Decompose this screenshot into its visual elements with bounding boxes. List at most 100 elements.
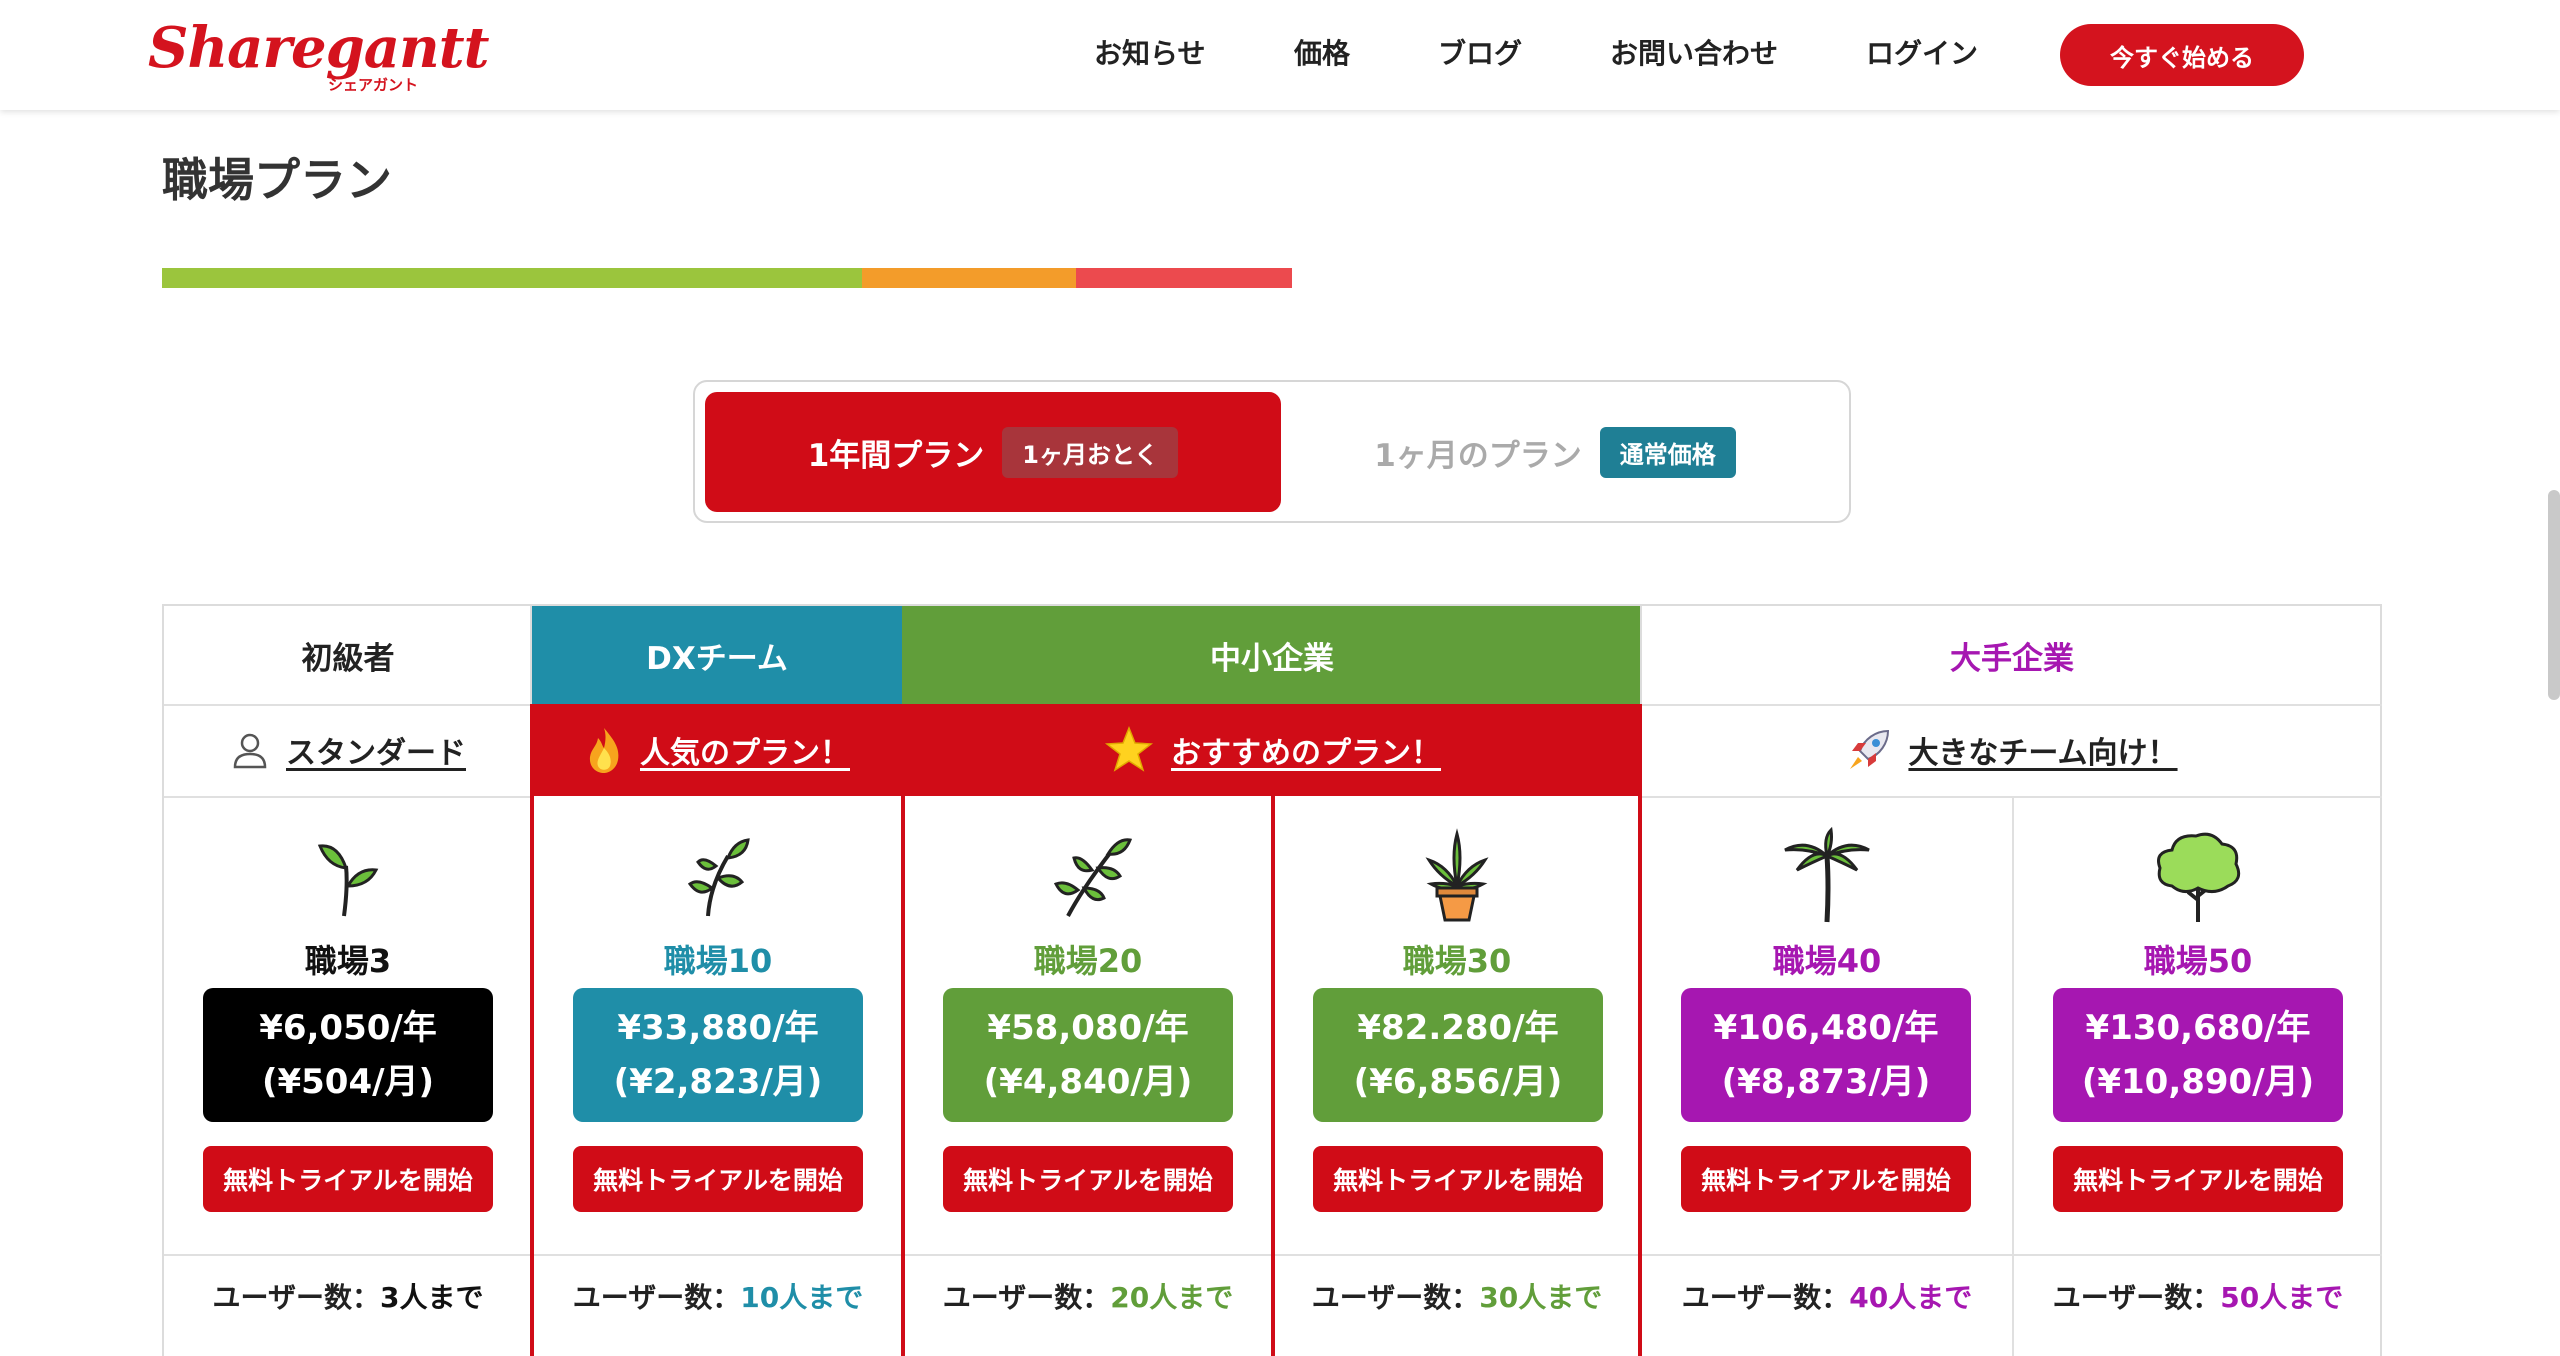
price-yearly: ¥130,680/年	[2085, 1008, 2311, 1048]
logo-wordmark: Sharegantt	[148, 15, 489, 81]
start-trial-button[interactable]: 無料トライアルを開始	[943, 1146, 1233, 1212]
fire-icon	[589, 728, 619, 773]
start-trial-button[interactable]: 無料トライアルを開始	[1313, 1146, 1603, 1212]
category-beginner: 初級者	[301, 640, 395, 677]
user-limit-label: ユーザー数：	[572, 1281, 741, 1314]
potted-plant-icon	[1425, 828, 1489, 922]
user-limit: ユーザー数：30人まで	[1274, 1276, 1640, 1316]
user-limit-label: ユーザー数：	[1311, 1281, 1480, 1314]
nav-blog[interactable]: ブログ	[1438, 34, 1522, 74]
plan-card: 職場10 ¥33,880/年 (¥2,823/月) 無料トライアルを開始 ユーザ…	[534, 796, 902, 1356]
sharegantt-logo[interactable]: Sharegantt シェアガント	[148, 18, 489, 94]
branch-icon	[1053, 838, 1133, 917]
price-box: ¥58,080/年 (¥4,840/月)	[943, 988, 1233, 1122]
user-icon	[233, 733, 267, 769]
category-enterprise: 大手企業	[1950, 640, 2074, 677]
user-limit: ユーザー数：20人まで	[904, 1276, 1272, 1316]
nav-login[interactable]: ログイン	[1866, 34, 1978, 74]
user-limit-value: 40人まで	[1849, 1281, 1973, 1314]
category-dx-team: DXチーム	[532, 606, 902, 704]
price-box: ¥33,880/年 (¥2,823/月)	[573, 988, 863, 1122]
price-monthly: (¥8,873/月)	[1721, 1062, 1931, 1102]
rocket-icon	[1850, 729, 1890, 769]
price-yearly: ¥82.280/年	[1357, 1008, 1559, 1048]
divider	[1640, 606, 1642, 704]
price-monthly: (¥4,840/月)	[983, 1062, 1193, 1102]
user-limit: ユーザー数：40人まで	[1642, 1276, 2012, 1316]
popular-plan-link[interactable]: 人気のプラン！	[640, 728, 850, 772]
user-limit-label: ユーザー数：	[212, 1281, 380, 1314]
price-monthly: (¥6,856/月)	[1353, 1062, 1563, 1102]
price-yearly: ¥58,080/年	[987, 1008, 1189, 1048]
start-trial-button[interactable]: 無料トライアルを開始	[2053, 1146, 2343, 1212]
price-monthly: (¥504/月)	[261, 1062, 435, 1102]
recommended-plan-link[interactable]: おすすめのプラン！	[1171, 728, 1441, 772]
plan-name: 職場40	[1772, 942, 1882, 980]
accent-bar-orange	[862, 268, 1076, 288]
price-box: ¥130,680/年 (¥10,890/月)	[2053, 988, 2343, 1122]
monthly-plan-option[interactable]: 1ヶ月のプラン 通常価格	[1267, 392, 1843, 512]
subhead-standard: スタンダード	[164, 704, 532, 796]
divider	[530, 606, 532, 704]
sprout-icon	[317, 844, 379, 917]
standard-link[interactable]: スタンダード	[286, 728, 466, 772]
plan-card: 職場40 ¥106,480/年 (¥8,873/月) 無料トライアルを開始 ユー…	[1642, 796, 2012, 1356]
plan-card: 職場3 ¥6,050/年 (¥504/月) 無料トライアルを開始 ユーザー数：3…	[164, 796, 532, 1356]
plan-name: 職場20	[1033, 942, 1143, 980]
plan-name: 職場10	[663, 942, 773, 980]
yearly-plan-option[interactable]: 1年間プラン 1ヶ月おとく	[705, 392, 1281, 512]
plan-card: 職場30 ¥82.280/年 (¥6,856/月) 無料トライアルを開始 ユーザ…	[1274, 796, 1640, 1356]
yearly-plan-label: 1年間プラン	[807, 437, 985, 474]
plan-name: 職場50	[2143, 942, 2253, 980]
monthly-plan-label: 1ヶ月のプラン	[1374, 437, 1582, 474]
nav-pricing[interactable]: 価格	[1294, 34, 1350, 74]
tree-icon	[2157, 832, 2241, 922]
user-limit-value: 50人まで	[2220, 1281, 2344, 1314]
user-limit-value: 10人まで	[740, 1281, 864, 1314]
subhead-recommended: おすすめのプラン！	[902, 704, 1642, 796]
user-limit-label: ユーザー数：	[1681, 1281, 1850, 1314]
price-yearly: ¥6,050/年	[259, 1008, 437, 1048]
divider	[1642, 704, 2382, 706]
price-monthly: (¥10,890/月)	[2081, 1062, 2315, 1102]
accent-bar-green	[162, 268, 862, 288]
user-limit: ユーザー数：10人まで	[534, 1276, 902, 1316]
subhead-big-team: 大きなチーム向け！	[1642, 704, 2382, 796]
user-limit-label: ユーザー数：	[2052, 1281, 2221, 1314]
plan-card: 職場20 ¥58,080/年 (¥4,840/月) 無料トライアルを開始 ユーザ…	[904, 796, 1272, 1356]
seedling-icon	[687, 838, 750, 917]
user-limit-label: ユーザー数：	[942, 1281, 1111, 1314]
price-yearly: ¥106,480/年	[1713, 1008, 1939, 1048]
star-icon	[1104, 725, 1154, 772]
price-yearly: ¥33,880/年	[617, 1008, 819, 1048]
billing-period-toggle: 1年間プラン 1ヶ月おとく 1ヶ月のプラン 通常価格	[693, 380, 1851, 523]
page-scrollbar[interactable]	[2548, 490, 2560, 700]
nav-contact[interactable]: お問い合わせ	[1610, 34, 1778, 74]
price-box: ¥106,480/年 (¥8,873/月)	[1681, 988, 1971, 1122]
site-header: Sharegantt シェアガント お知らせ 価格 ブログ お問い合わせ ログイ…	[0, 0, 2560, 110]
nav-news[interactable]: お知らせ	[1094, 34, 1205, 74]
start-trial-button[interactable]: 無料トライアルを開始	[203, 1146, 493, 1212]
start-now-button[interactable]: 今すぐ始める	[2060, 24, 2304, 86]
subhead-popular: 人気のプラン！	[532, 704, 902, 796]
big-team-link[interactable]: 大きなチーム向け！	[1908, 728, 2177, 772]
user-limit-value: 3人まで	[379, 1281, 484, 1314]
user-limit: ユーザー数：50人まで	[2014, 1276, 2382, 1316]
price-monthly: (¥2,823/月)	[613, 1062, 823, 1102]
price-box: ¥6,050/年 (¥504/月)	[203, 988, 493, 1122]
start-trial-button[interactable]: 無料トライアルを開始	[1681, 1146, 1971, 1212]
price-box: ¥82.280/年 (¥6,856/月)	[1313, 988, 1603, 1122]
plan-name: 職場3	[304, 942, 392, 980]
yearly-plan-badge: 1ヶ月おとく	[1002, 426, 1179, 478]
pricing-table: 初級者 DXチーム 中小企業 大手企業 スタンダード 人気のプラン！ おすすめの…	[162, 604, 2382, 1356]
color-accent-bar	[162, 268, 1292, 288]
accent-bar-red	[1076, 268, 1292, 288]
logo-subtitle: シェアガント	[328, 76, 419, 94]
category-sme: 中小企業	[902, 606, 1642, 704]
monthly-plan-badge: 通常価格	[1599, 426, 1736, 478]
start-trial-button[interactable]: 無料トライアルを開始	[573, 1146, 863, 1212]
divider	[164, 704, 532, 706]
user-limit-value: 20人まで	[1110, 1281, 1234, 1314]
plan-card: 職場50 ¥130,680/年 (¥10,890/月) 無料トライアルを開始 ユ…	[2014, 796, 2382, 1356]
user-limit: ユーザー数：3人まで	[164, 1276, 532, 1316]
